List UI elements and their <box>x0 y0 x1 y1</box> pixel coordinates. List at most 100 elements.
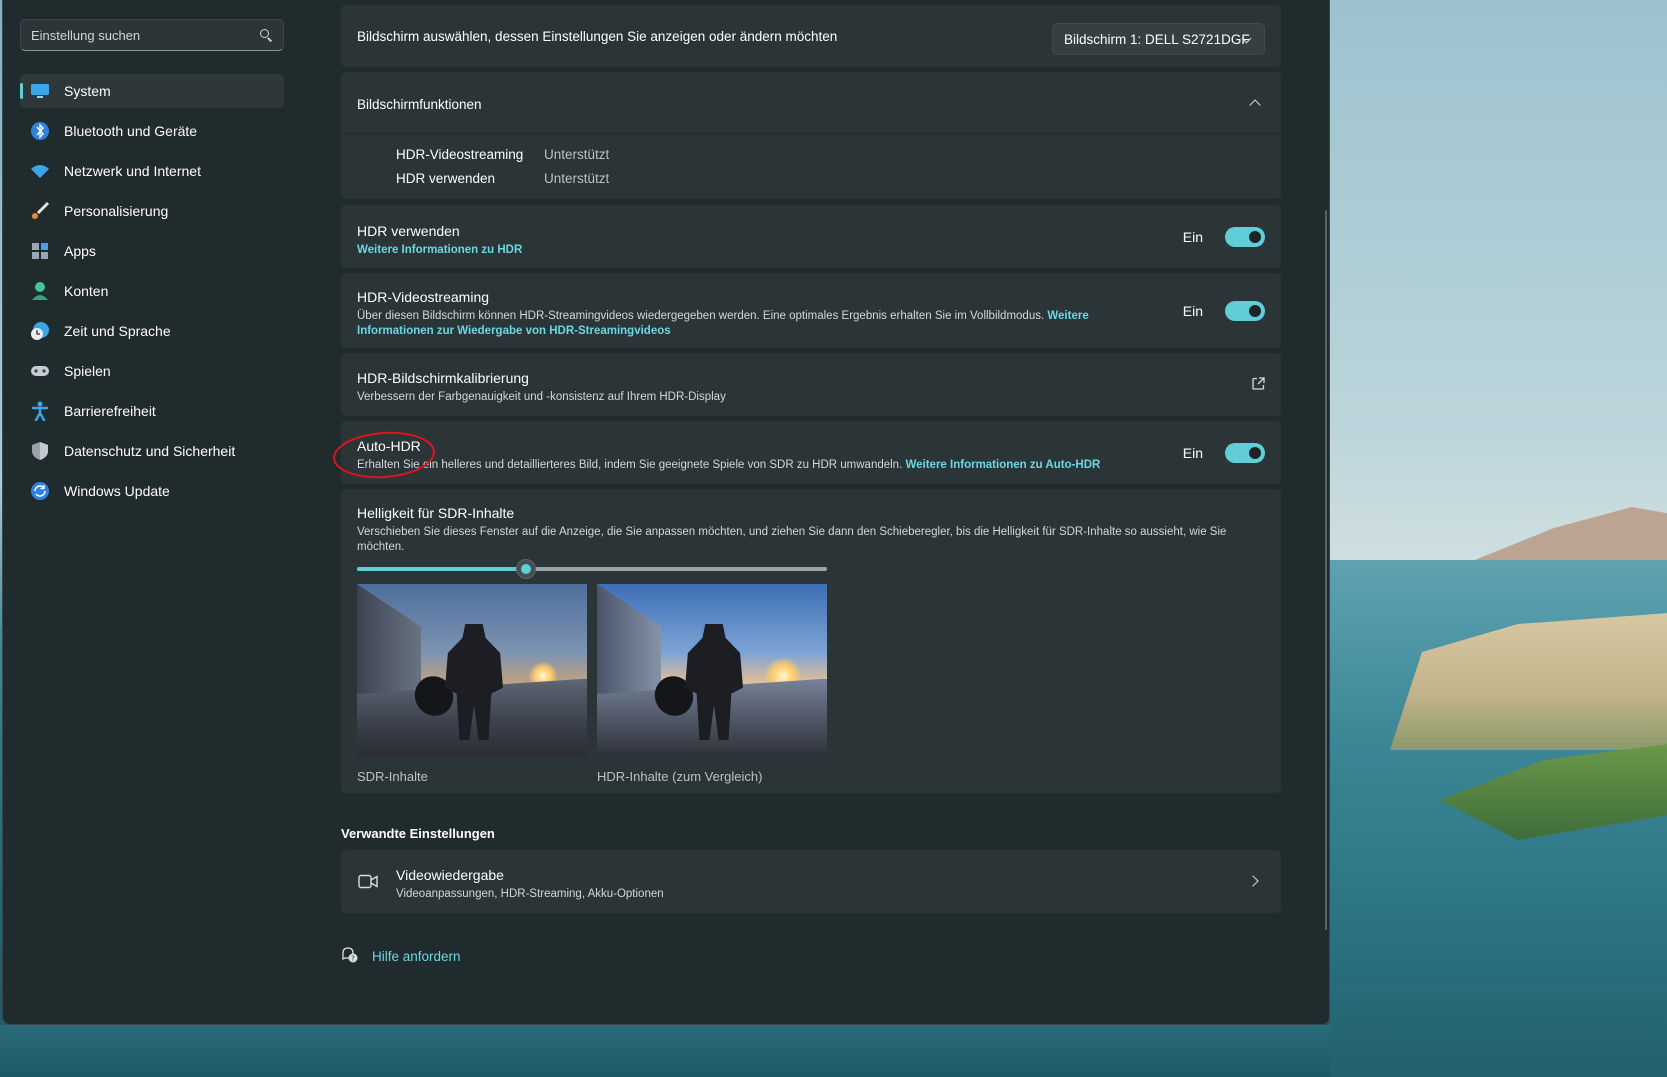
display-select-label: Bildschirm auswählen, dessen Einstellung… <box>357 29 838 44</box>
sidebar-item-apps[interactable]: Apps <box>20 234 284 268</box>
auto-hdr-card: Auto-HDR Erhalten Sie ein helleres und d… <box>341 421 1281 484</box>
hdr-toggle-wrap: Ein <box>1183 227 1265 247</box>
auto-hdr-desc: Erhalten Sie ein helleres und detaillier… <box>357 459 903 471</box>
svg-text:?: ? <box>351 955 355 963</box>
help-link[interactable]: ? Hilfe anfordern <box>341 946 461 966</box>
display-select-card: Bildschirm auswählen, dessen Einstellung… <box>341 5 1281 67</box>
sdr-brightness-title: Helligkeit für SDR-Inhalte <box>357 505 515 521</box>
sidebar: Einstellung suchen System Bluetooth und … <box>3 0 303 1024</box>
chevron-up-icon[interactable] <box>1249 99 1261 111</box>
video-playback-title: Videowiedergabe <box>396 867 504 883</box>
hdr-streaming-text: HDR-Videostreaming Über diesen Bildschir… <box>357 289 1117 339</box>
sidebar-item-bluetooth[interactable]: Bluetooth und Geräte <box>20 114 284 148</box>
video-playback-card[interactable]: Videowiedergabe Videoanpassungen, HDR-St… <box>341 850 1281 913</box>
hdr-state: Ein <box>1182 229 1203 245</box>
auto-hdr-toggle-wrap: Ein <box>1183 443 1265 463</box>
sidebar-item-accounts[interactable]: Konten <box>20 274 284 308</box>
wifi-icon <box>30 161 50 181</box>
sidebar-item-label: Apps <box>64 243 96 259</box>
hdr-card: HDR verwenden Weitere Informationen zu H… <box>341 205 1281 268</box>
account-icon <box>30 281 50 301</box>
calibration-desc: Verbessern der Farbgenauigkeit und -kons… <box>357 391 726 403</box>
hdr-preview-image <box>597 584 827 756</box>
hdr-streaming-desc: Über diesen Bildschirm können HDR-Stream… <box>357 310 1045 322</box>
sidebar-item-accessibility[interactable]: Barrierefreiheit <box>20 394 284 428</box>
sidebar-item-label: Personalisierung <box>64 203 169 219</box>
search-input[interactable]: Einstellung suchen <box>20 19 284 51</box>
auto-hdr-toggle[interactable] <box>1225 443 1265 463</box>
calibration-title: HDR-Bildschirmkalibrierung <box>357 370 529 386</box>
features-card: Bildschirmfunktionen HDR-Videostreaming … <box>341 72 1281 199</box>
scrollbar[interactable] <box>1325 210 1327 930</box>
update-icon <box>30 481 50 501</box>
feature-row: HDR-Videostreaming Unterstützt <box>396 147 609 162</box>
shield-icon <box>30 441 50 461</box>
hdr-text: HDR verwenden Weitere Informationen zu H… <box>357 223 522 258</box>
hdr-toggle[interactable] <box>1225 227 1265 247</box>
sidebar-item-label: Bluetooth und Geräte <box>64 123 198 139</box>
slider-thumb[interactable] <box>516 559 536 579</box>
sdr-brightness-slider[interactable] <box>357 559 827 579</box>
sdr-brightness-desc: Verschieben Sie dieses Fenster auf die A… <box>357 526 1227 553</box>
sidebar-item-label: Datenschutz und Sicherheit <box>64 443 236 459</box>
brush-icon <box>30 201 50 221</box>
display-dropdown[interactable]: Bildschirm 1: DELL S2721DGF <box>1052 23 1265 55</box>
bluetooth-icon <box>30 121 50 141</box>
auto-hdr-title: Auto-HDR <box>357 438 421 454</box>
sidebar-item-label: Konten <box>64 283 109 299</box>
sidebar-item-personalization[interactable]: Personalisierung <box>20 194 284 228</box>
external-link-icon[interactable] <box>1252 377 1265 395</box>
search-icon[interactable] <box>259 28 273 42</box>
features-title: Bildschirmfunktionen <box>357 97 482 112</box>
hdr-streaming-toggle[interactable] <box>1225 301 1265 321</box>
hdr-streaming-state: Ein <box>1182 303 1203 319</box>
calibration-card[interactable]: HDR-Bildschirmkalibrierung Verbessern de… <box>341 353 1281 416</box>
auto-hdr-state: Ein <box>1182 445 1203 461</box>
hdr-sub: Weitere Informationen zu HDR <box>357 243 522 258</box>
desktop-wallpaper <box>1330 0 1667 1077</box>
sdr-brightness-text: Helligkeit für SDR-Inhalte Verschieben S… <box>357 505 1267 555</box>
monitor-icon <box>30 81 50 101</box>
sdr-preview-image <box>357 584 587 756</box>
hdr-streaming-title: HDR-Videostreaming <box>357 289 490 305</box>
feature-value: Unterstützt <box>544 171 610 186</box>
feature-value: Unterstützt <box>544 147 610 162</box>
sdr-label: SDR-Inhalte <box>357 769 428 784</box>
sidebar-item-time-language[interactable]: Zeit und Sprache <box>20 314 284 348</box>
sidebar-item-privacy[interactable]: Datenschutz und Sicherheit <box>20 434 284 468</box>
sidebar-item-label: Barrierefreiheit <box>64 403 156 419</box>
sidebar-item-label: Zeit und Sprache <box>64 323 171 339</box>
video-playback-desc: Videoanpassungen, HDR-Streaming, Akku-Op… <box>396 888 664 900</box>
sidebar-item-network[interactable]: Netzwerk und Internet <box>20 154 284 188</box>
clock-globe-icon <box>30 321 50 341</box>
sidebar-item-system[interactable]: System <box>20 74 284 108</box>
sidebar-item-gaming[interactable]: Spielen <box>20 354 284 388</box>
apps-icon <box>30 241 50 261</box>
sidebar-item-label: Windows Update <box>64 483 170 499</box>
sidebar-item-label: System <box>64 83 111 99</box>
help-label: Hilfe anfordern <box>372 948 461 964</box>
auto-hdr-link[interactable]: Weitere Informationen zu Auto-HDR <box>905 459 1100 471</box>
gamepad-icon <box>30 361 50 381</box>
video-camera-icon <box>358 874 378 894</box>
auto-hdr-desc-wrap: Erhalten Sie ein helleres und detaillier… <box>357 458 1157 473</box>
desktop-bottom <box>0 1025 1330 1077</box>
calibration-text: HDR-Bildschirmkalibrierung Verbessern de… <box>357 370 726 405</box>
hdr-streaming-toggle-wrap: Ein <box>1183 301 1265 321</box>
sidebar-item-label: Spielen <box>64 363 111 379</box>
auto-hdr-text: Auto-HDR Erhalten Sie ein helleres und d… <box>357 438 1157 473</box>
display-dropdown-value: Bildschirm 1: DELL S2721DGF <box>1064 31 1250 47</box>
sidebar-nav: System Bluetooth und Geräte Netzwerk und… <box>20 74 284 514</box>
hdr-title: HDR verwenden <box>357 223 460 239</box>
settings-window: Einstellung suchen System Bluetooth und … <box>2 0 1330 1025</box>
hdr-info-link[interactable]: Weitere Informationen zu HDR <box>357 244 522 256</box>
hdr-streaming-desc-wrap: Über diesen Bildschirm können HDR-Stream… <box>357 309 1117 339</box>
feature-name: HDR verwenden <box>396 171 496 186</box>
help-icon: ? <box>341 946 358 966</box>
chevron-right-icon <box>1247 875 1259 887</box>
video-playback-text: Videowiedergabe Videoanpassungen, HDR-St… <box>396 867 664 902</box>
features-header[interactable]: Bildschirmfunktionen <box>341 72 1281 134</box>
feature-name: HDR-Videostreaming <box>396 147 524 162</box>
sidebar-item-windows-update[interactable]: Windows Update <box>20 474 284 508</box>
hdr-streaming-card: HDR-Videostreaming Über diesen Bildschir… <box>341 273 1281 348</box>
